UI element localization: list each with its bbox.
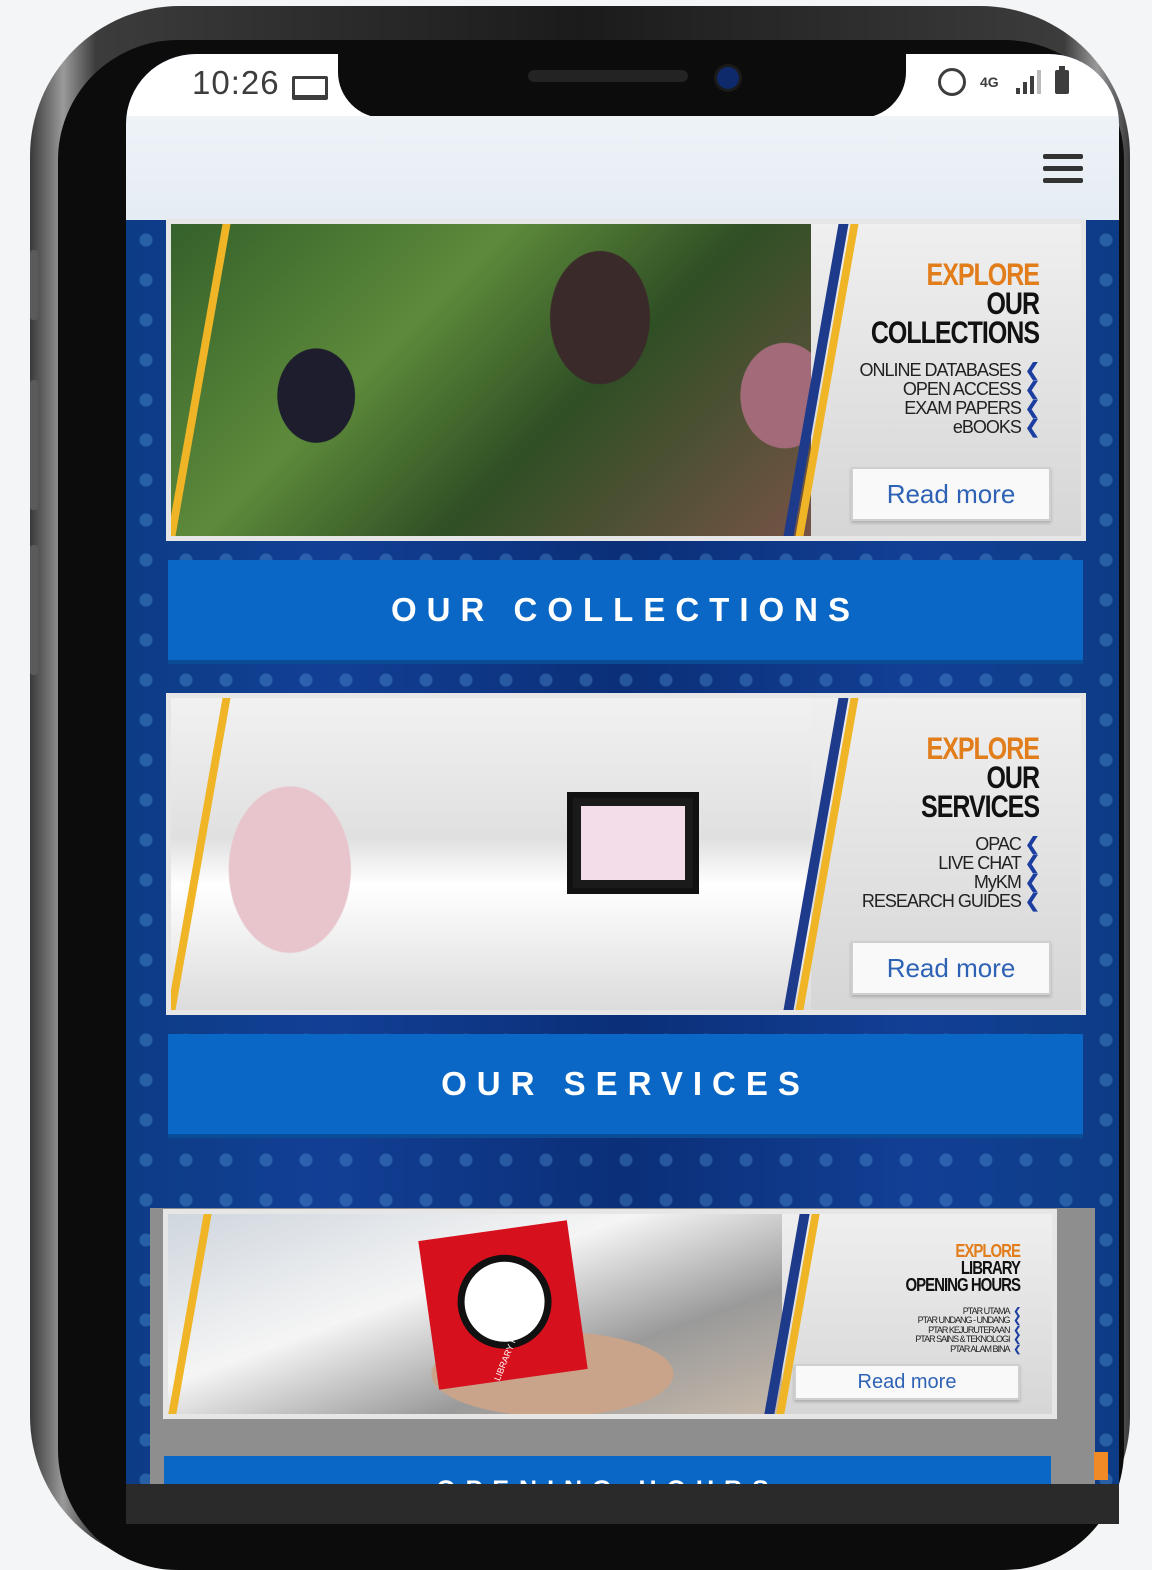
page-content: EXPLORE OUR COLLECTIONS ONLINE DATABASES…	[126, 220, 1119, 1484]
arrow-left-icon: ❮	[1024, 378, 1040, 399]
status-time: 10:26	[192, 64, 280, 101]
students-photo	[171, 224, 831, 536]
list-item[interactable]: OPEN ACCESS ❮	[811, 378, 1040, 399]
arrow-left-icon: ❮	[1024, 834, 1040, 854]
hamburger-menu-icon[interactable]	[1043, 154, 1083, 184]
promo-line3: SERVICES	[921, 789, 1040, 825]
list-item[interactable]: MyKM ❮	[811, 871, 1040, 892]
battery-icon	[1055, 66, 1069, 94]
clock-icon	[451, 1248, 559, 1355]
promo-line3: OPENING HOURS	[905, 1274, 1021, 1296]
laptop-icon	[292, 76, 328, 100]
arrow-left-icon: ❮	[1024, 871, 1040, 892]
arrow-left-icon: ❮	[1024, 416, 1040, 437]
list-item[interactable]: OPAC ❮	[811, 834, 1040, 854]
promo-line3: COLLECTIONS	[870, 315, 1040, 351]
read-more-button[interactable]: Read more	[851, 941, 1051, 995]
arrow-left-icon: ❮	[1024, 852, 1040, 873]
list-item[interactable]: eBOOKS ❮	[811, 416, 1040, 437]
arrow-left-icon: ❮	[1024, 890, 1040, 911]
opening-hours-banner[interactable]: LIBRARY HOURS EXPLORE LIBRARY OPENING HO…	[168, 1214, 1052, 1414]
status-bar: 10:26 4G	[126, 54, 1119, 118]
alarm-icon	[938, 68, 966, 96]
front-camera	[714, 64, 742, 92]
list-item[interactable]: LIVE CHAT ❮	[811, 852, 1040, 873]
services-banner[interactable]: EXPLORE OUR SERVICES OPAC ❮ LIVE CHAT ❮ My…	[171, 698, 1081, 1010]
arrow-left-icon: ❮	[1013, 1315, 1020, 1326]
arrow-left-icon: ❮	[1013, 1343, 1020, 1354]
services-list: OPAC ❮ LIVE CHAT ❮ MyKM ❮ RESEARCH GUIDES ❮	[811, 834, 1040, 911]
opening-hours-button[interactable]: OPENING HOURS	[164, 1456, 1051, 1484]
volume-down-button	[30, 545, 38, 675]
status-icons: 4G	[938, 66, 1069, 96]
site-header	[126, 116, 1119, 220]
collections-list: ONLINE DATABASES ❮ OPEN ACCESS ❮ EXAM PAPE…	[811, 360, 1040, 437]
camera-notch	[338, 54, 906, 118]
library-hours-card: LIBRARY HOURS	[418, 1220, 589, 1390]
read-more-button[interactable]: Read more	[851, 467, 1051, 521]
network-4g-icon: 4G	[980, 74, 999, 90]
orange-corner-tab	[1094, 1452, 1108, 1480]
screen-bottom-edge	[126, 1484, 1119, 1524]
list-item[interactable]: ONLINE DATABASES ❮	[811, 360, 1040, 380]
list-item[interactable]: PTAR ALAM BINA ❮	[782, 1343, 1021, 1354]
branches-list: PTAR UTAMA ❮ PTAR UNDANG - UNDANG ❮ PTAR K…	[782, 1306, 1021, 1354]
our-collections-button[interactable]: OUR COLLECTIONS	[168, 560, 1083, 664]
signal-icon	[1016, 70, 1041, 94]
list-item[interactable]: EXAM PAPERS ❮	[811, 397, 1040, 418]
collections-banner[interactable]: EXPLORE OUR COLLECTIONS ONLINE DATABASES…	[171, 224, 1081, 536]
mute-switch	[30, 250, 38, 320]
list-item[interactable]: RESEARCH GUIDES ❮	[811, 890, 1040, 911]
speaker-grille	[528, 70, 688, 82]
arrow-left-icon: ❮	[1024, 397, 1040, 418]
arrow-left-icon: ❮	[1013, 1334, 1020, 1345]
our-services-button[interactable]: OUR SERVICES	[168, 1034, 1083, 1138]
phone-screen: 10:26 4G EXPLORE OUR COLLECTIONS ONLINE …	[126, 54, 1119, 1484]
arrow-left-icon: ❮	[1024, 360, 1040, 380]
computer-lab-photo	[171, 698, 831, 1010]
read-more-button[interactable]: Read more	[794, 1364, 1020, 1400]
laptop-photo: LIBRARY HOURS	[168, 1214, 788, 1414]
volume-up-button	[30, 380, 38, 510]
